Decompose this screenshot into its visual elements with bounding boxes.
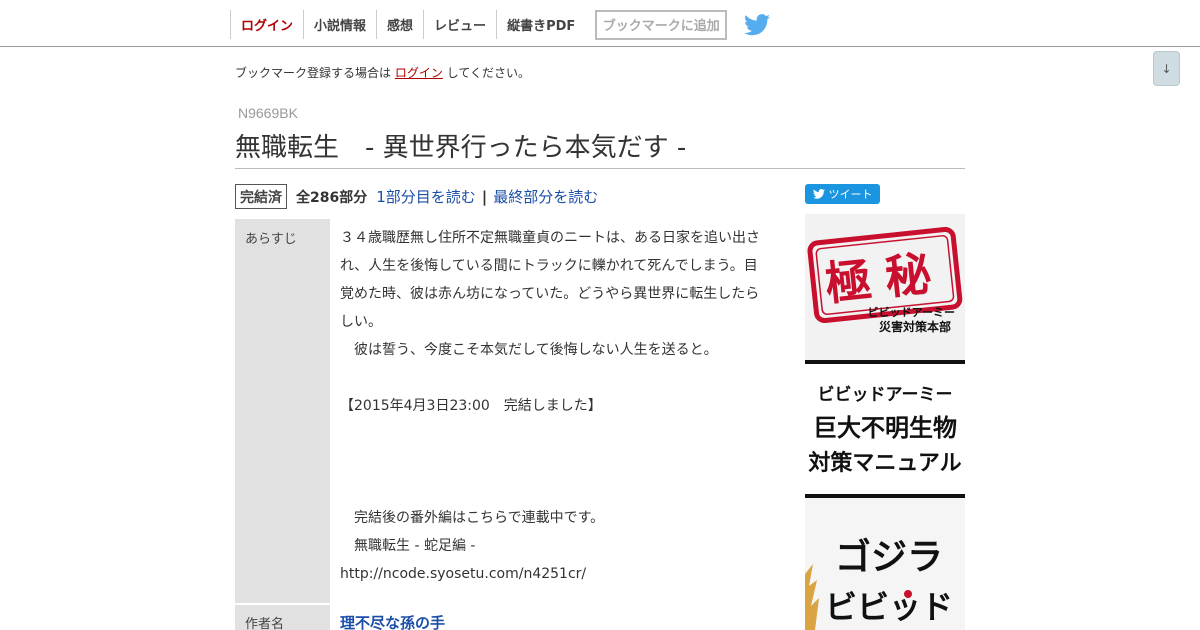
link-separator: | — [481, 187, 488, 206]
add-bookmark-button[interactable]: ブックマークに追加 — [595, 9, 728, 40]
summary-label: あらすじ — [245, 232, 297, 247]
summary-line — [340, 420, 770, 448]
bookmark-notice: ブックマーク登録する場合は ログイン してください。 — [235, 64, 530, 81]
tweet-label: ツイート — [828, 188, 873, 201]
read-first-episode-link[interactable]: 1部分目を読む — [376, 186, 476, 207]
scroll-down-button[interactable]: ↓ — [1153, 51, 1180, 86]
ad-line-3: 対策マニュアル — [808, 450, 961, 476]
summary-link-line[interactable]: http://ncode.syosetu.com/n4251cr/ — [340, 560, 770, 588]
author-name-link[interactable]: 理不尽な孫の手 — [340, 612, 445, 630]
ad-line-2: 巨大不明生物 — [813, 413, 957, 442]
summary-line — [340, 476, 770, 504]
top-navigation: ログイン 小説情報 感想 レビュー 縦書きPDF ブックマークに追加 — [0, 0, 1200, 47]
tweet-button[interactable]: ツイート — [805, 184, 880, 204]
nav-login-link[interactable]: ログイン — [230, 10, 303, 39]
twitter-bird-icon — [812, 189, 825, 199]
novel-title: 無職転生 - 異世界行ったら本気だす - — [235, 133, 687, 163]
novel-status-row: 完結済 全286部分 1部分目を読む | 最終部分を読む — [235, 184, 598, 209]
bookmark-notice-suffix: してください。 — [446, 66, 530, 80]
ad-artwork: 極秘 ビビッドアーミー 災害対策本部 ビビッドアーミー 巨大不明生物 対策マニュ… — [805, 214, 965, 630]
author-label: 作者名 — [245, 617, 285, 630]
nav-items: ログイン 小説情報 感想 レビュー 縦書きPDF ブックマークに追加 — [230, 9, 771, 40]
ad-vivid-text: ビビッド — [825, 588, 953, 626]
nav-vertical-pdf-link[interactable]: 縦書きPDF — [496, 10, 595, 39]
stamp-subtitle-2: 災害対策本部 — [879, 319, 951, 334]
summary-line: ３４歳職歴無し住所不定無職童貞のニートは、ある日家を追い出さ — [340, 230, 760, 246]
novel-ncode: N9669BK — [238, 105, 298, 121]
bookmark-notice-login-link[interactable]: ログイン — [395, 66, 443, 80]
nav-impressions-link[interactable]: 感想 — [376, 10, 423, 39]
twitter-share-button[interactable] — [743, 11, 771, 39]
summary-line — [340, 448, 770, 476]
summary-text: ３４歳職歴無し住所不定無職童貞のニートは、ある日家を追い出さ れ、人生を後悔して… — [340, 224, 770, 588]
bookmark-notice-prefix: ブックマーク登録する場合は — [235, 66, 392, 80]
stamp-subtitle-1: ビビッドアーミー — [868, 305, 955, 319]
summary-line: 覚めた時、彼は赤ん坊になっていた。どうやら異世界に転生したら — [340, 286, 760, 302]
completed-status-badge: 完結済 — [235, 184, 287, 209]
read-last-episode-link[interactable]: 最終部分を読む — [493, 186, 598, 207]
summary-line: れ、人生を後悔している間にトラックに轢かれて死んでしまう。目 — [340, 258, 758, 274]
summary-line: しい。 — [340, 314, 382, 330]
nav-review-link[interactable]: レビュー — [423, 10, 496, 39]
ad-line-1: ビビッドアーミー — [818, 385, 953, 405]
summary-line: 彼は誓う、今度こそ本気だして後悔しない人生を送ると。 — [340, 342, 718, 358]
title-divider — [235, 168, 965, 169]
summary-line: 無職転生 - 蛇足編 - — [340, 538, 476, 554]
summary-line: 完結後の番外編はこちらで連載中です。 — [340, 510, 605, 526]
summary-line — [340, 364, 770, 392]
summary-line: 【2015年4月3日23:00 完結しました】 — [340, 398, 602, 414]
summary-label-cell — [235, 219, 330, 603]
ad-godzilla-text: ゴジラ — [835, 536, 943, 578]
episode-count: 全286部分 — [296, 189, 368, 206]
twitter-bird-icon — [744, 13, 771, 35]
advertisement-banner[interactable]: 極秘 ビビッドアーミー 災害対策本部 ビビッドアーミー 巨大不明生物 対策マニュ… — [805, 214, 965, 630]
nav-novel-info-link[interactable]: 小説情報 — [303, 10, 376, 39]
